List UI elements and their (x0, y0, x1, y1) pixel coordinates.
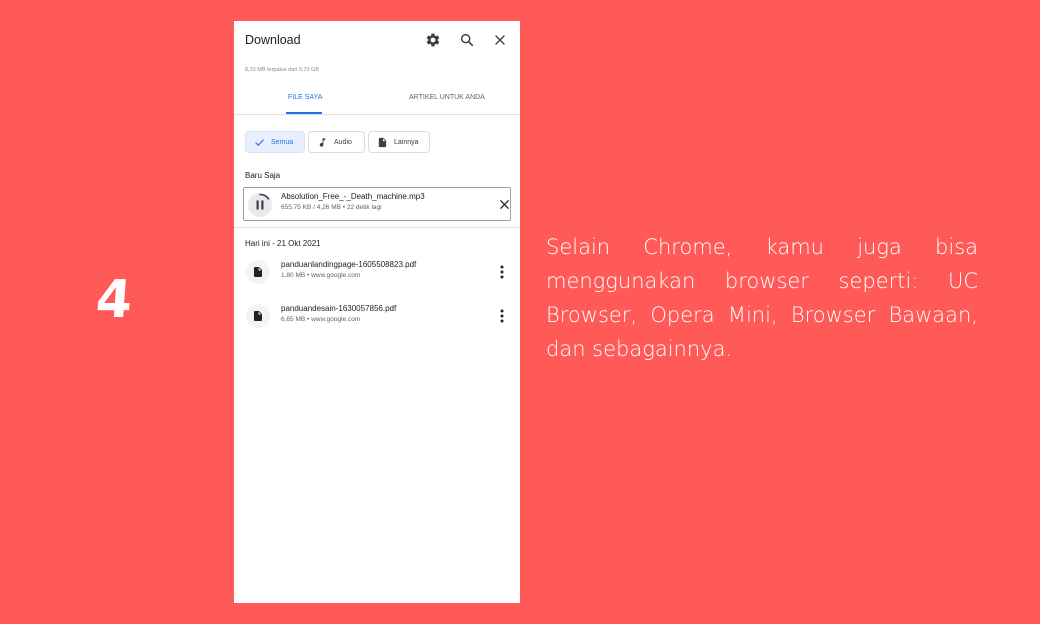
file-meta: 6,65 MB • www.google.com (281, 316, 361, 323)
filter-chip-semua[interactable]: Semua (245, 131, 305, 153)
filter-chip-label: Audio (334, 138, 352, 146)
close-icon[interactable] (492, 32, 508, 48)
filter-chip-audio[interactable]: Audio (308, 131, 365, 153)
filter-chip-label: Semua (271, 138, 294, 146)
check-icon (255, 138, 264, 146)
section-label-today: Hari ini - 21 Okt 2021 (245, 239, 321, 248)
filter-chip-lainnya[interactable]: Lainnya (368, 131, 430, 153)
top-app-bar: Download (234, 21, 520, 61)
download-progress-text: 655,75 KB / 4,26 MB • 22 detik lagi (281, 204, 382, 211)
gear-icon[interactable] (425, 32, 441, 48)
filter-chip-label: Lainnya (394, 138, 419, 146)
page-title: Download (245, 33, 301, 47)
slide-caption: Selain Chrome, kamu juga bisa menggunaka… (546, 235, 978, 361)
section-label-recent: Baru Saja (245, 171, 281, 180)
more-vert-icon[interactable] (496, 264, 508, 280)
section-divider (234, 227, 520, 228)
list-item[interactable]: panduanlandingpage-1605508823.pdf 1,80 M… (234, 257, 520, 291)
step-number: 4 (93, 270, 135, 330)
tab-bar: FILE SAYA ARTIKEL UNTUK ANDA (234, 87, 520, 115)
phone-screen: Download 8,33 MB terpakai dari 9,70 GB F… (234, 21, 520, 603)
search-icon[interactable] (459, 32, 475, 48)
pause-button[interactable] (247, 192, 273, 218)
document-icon (246, 304, 270, 328)
file-name: panduandesain-1630057856.pdf (281, 304, 397, 313)
tab-file-saya[interactable]: FILE SAYA (288, 94, 322, 101)
cancel-download-icon[interactable] (498, 198, 511, 211)
document-icon (378, 137, 387, 147)
active-download-item[interactable]: Absolution_Free_-_Death_machine.mp3 655,… (243, 187, 511, 221)
music-note-icon (319, 137, 326, 147)
storage-info: 8,33 MB terpakai dari 9,70 GB (245, 67, 319, 73)
list-item[interactable]: panduandesain-1630057856.pdf 6,65 MB • w… (234, 301, 520, 335)
file-name: panduanlandingpage-1605508823.pdf (281, 260, 417, 269)
active-tab-indicator (286, 112, 322, 114)
download-file-name: Absolution_Free_-_Death_machine.mp3 (281, 192, 425, 201)
more-vert-icon[interactable] (496, 308, 508, 324)
document-icon (246, 260, 270, 284)
tab-artikel-untuk-anda[interactable]: ARTIKEL UNTUK ANDA (409, 94, 485, 101)
file-meta: 1,80 MB • www.google.com (281, 272, 361, 279)
